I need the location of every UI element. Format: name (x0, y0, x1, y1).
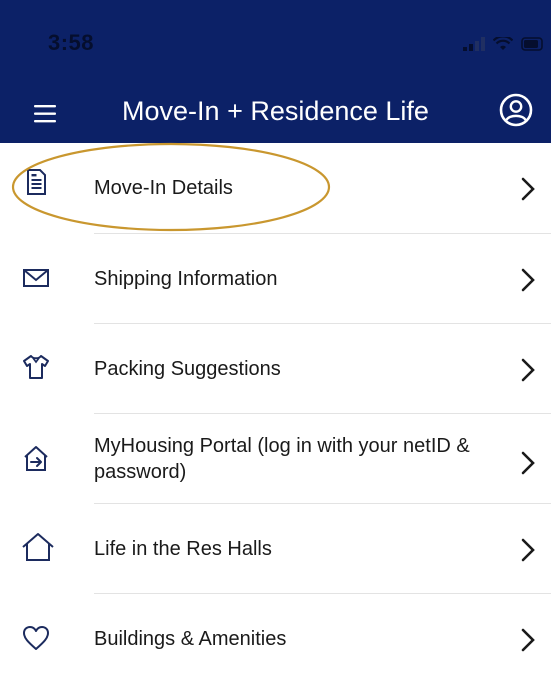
menu-item-buildings-amenities[interactable]: Buildings & Amenities (0, 594, 551, 677)
app-header: 3:58 Move-In + Residence Life (0, 0, 551, 143)
cellular-signal-icon (463, 37, 485, 51)
menu-item-label: Buildings & Amenities (94, 628, 287, 650)
profile-button[interactable] (499, 93, 533, 127)
menu-item-packing-suggestions[interactable]: Packing Suggestions (0, 324, 551, 413)
house-outline-icon (22, 533, 54, 561)
battery-icon (521, 37, 543, 51)
page-title: Move-In + Residence Life (122, 96, 429, 126)
status-bar-time: 3:58 (48, 30, 95, 55)
menu-item-shipping-information[interactable]: Shipping Information (0, 234, 551, 323)
house-arrow-icon (24, 446, 48, 471)
chevron-right-icon (521, 628, 535, 652)
chevron-right-icon (521, 538, 535, 562)
envelope-icon (23, 269, 49, 287)
chevron-right-icon (521, 268, 535, 292)
menu-item-life-in-res-halls[interactable]: Life in the Res Halls (0, 504, 551, 593)
wifi-icon (493, 37, 513, 50)
chevron-right-icon (521, 358, 535, 382)
menu-item-label: MyHousing Portal (log in with your netID… (94, 435, 470, 483)
menu-item-move-in-details[interactable]: Move-In Details (0, 143, 551, 233)
heart-outline-icon (23, 626, 49, 650)
document-list-icon (27, 169, 46, 195)
menu-item-label: Move-In Details (94, 177, 233, 199)
menu-item-label: Shipping Information (94, 268, 278, 290)
chevron-right-icon (521, 451, 535, 475)
status-bar-icons (463, 34, 545, 54)
shirt-icon (23, 355, 49, 379)
menu-item-label: Packing Suggestions (94, 358, 281, 380)
chevron-right-icon (521, 177, 535, 201)
menu-item-label: Life in the Res Halls (94, 538, 272, 560)
app-screen: 3:58 Move-In + Residence Life Move-In De… (0, 0, 551, 677)
user-account-icon (499, 93, 533, 127)
menu-item-myhousing-portal[interactable]: MyHousing Portal (log in with your netID… (0, 414, 551, 503)
